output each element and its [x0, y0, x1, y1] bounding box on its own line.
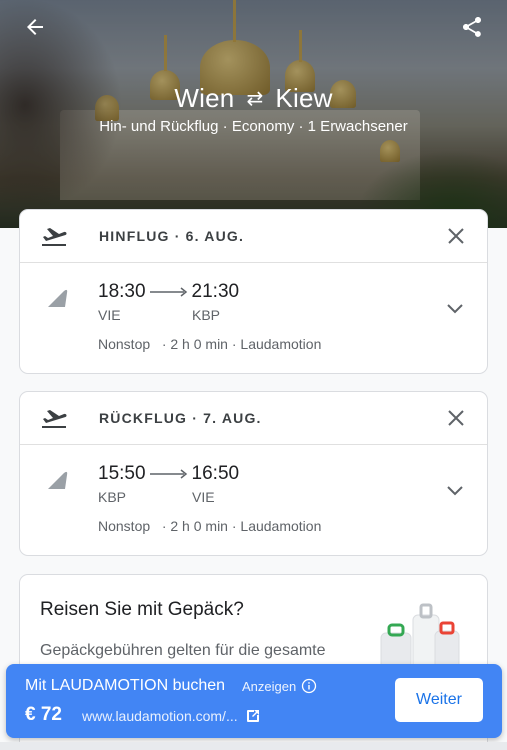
expand-return-button[interactable]: [443, 479, 467, 503]
swap-arrows-icon: ⇄: [246, 88, 264, 110]
arrow-right-icon: [149, 287, 187, 297]
destination-city: Kiew: [275, 83, 333, 113]
outbound-title: HINFLUG · 6. AUG.: [99, 228, 245, 244]
return-flight-details[interactable]: 15:50 16:50 KBP VIE Nonstop · 2 h 0 min …: [20, 445, 487, 555]
airline-tail-icon: [48, 471, 68, 489]
hero-header: Wien ⇄ Kiew Hin- und Rückflug · Economy · …: [0, 0, 507, 228]
share-icon: [463, 17, 481, 37]
takeoff-icon: [42, 228, 67, 246]
outbound-flight-details[interactable]: 18:30 21:30 VIE KBP Nonstop · 2 h 0 min …: [20, 263, 487, 373]
depart-airport-code: VIE: [98, 307, 121, 323]
open-external-icon: [246, 710, 259, 722]
baggage-title: Reisen Sie mit Gepäck?: [40, 599, 244, 620]
arrow-right-icon: [149, 469, 187, 479]
url-text: www.laudamotion.com/...: [82, 708, 238, 724]
price: € 72: [25, 704, 62, 725]
arrow-back-icon: [27, 19, 43, 35]
return-card-header: RÜCKFLUG · 7. AUG.: [20, 392, 487, 445]
outbound-meta: Nonstop · 2 h 0 min · Laudamotion: [98, 336, 321, 352]
origin-city: Wien: [174, 83, 235, 113]
booking-url[interactable]: www.laudamotion.com/...: [82, 708, 260, 724]
return-flight-card: RÜCKFLUG · 7. AUG. 15:50 16:50 KBP VIE N…: [19, 391, 488, 556]
depart-time: 18:30: [98, 281, 146, 302]
depart-time: 15:50: [98, 463, 146, 484]
trip-summary: Hin- und Rückflug · Economy · 1 Erwachse…: [99, 118, 408, 135]
arrive-airport-code: VIE: [192, 489, 215, 505]
return-meta: Nonstop · 2 h 0 min · Laudamotion: [98, 518, 321, 534]
booking-title: Mit LAUDAMOTION buchen: [25, 677, 226, 694]
chevron-down-icon: [447, 304, 463, 314]
stops-label: Nonstop: [98, 518, 151, 534]
stops-label: Nonstop: [98, 336, 151, 352]
route-title: Wien ⇄ Kiew: [0, 83, 507, 114]
outbound-times: 18:30 21:30: [98, 281, 239, 303]
arrive-airport-code: KBP: [192, 307, 221, 323]
depart-airport-code: KBP: [98, 489, 127, 505]
expand-outbound-button[interactable]: [443, 297, 467, 321]
back-button[interactable]: [18, 10, 52, 44]
booking-bar[interactable]: Mit LAUDAMOTION buchen Anzeigen € 72 www…: [6, 664, 502, 738]
baggage-text: Gepäckgebühren gelten für die gesamte: [40, 642, 326, 659]
takeoff-icon: [42, 410, 67, 428]
outbound-card-header: HINFLUG · 6. AUG.: [20, 210, 487, 263]
ads-label[interactable]: Anzeigen: [242, 678, 317, 694]
continue-button[interactable]: Weiter: [395, 678, 483, 722]
share-button[interactable]: [455, 10, 489, 44]
airline-label: · Laudamotion: [231, 518, 322, 534]
close-icon: [448, 410, 464, 426]
return-times: 15:50 16:50: [98, 463, 239, 485]
chevron-down-icon: [447, 486, 463, 496]
ads-text: Anzeigen: [242, 678, 297, 694]
outbound-flight-card: HINFLUG · 6. AUG. 18:30 21:30 VIE KBP No…: [19, 209, 488, 374]
info-icon: [302, 678, 317, 694]
bottom-strip: [0, 742, 507, 750]
arrive-time: 21:30: [191, 281, 240, 302]
airline-label: · Laudamotion: [231, 336, 322, 352]
close-outbound-button[interactable]: [443, 223, 469, 249]
close-return-button[interactable]: [443, 405, 469, 431]
return-title: RÜCKFLUG · 7. AUG.: [99, 410, 262, 426]
close-icon: [448, 228, 464, 244]
airline-tail-icon: [48, 289, 68, 307]
duration-label: · 2 h 0 min: [161, 336, 228, 352]
hero-overlay: [0, 0, 507, 228]
duration-label: · 2 h 0 min: [161, 518, 228, 534]
arrive-time: 16:50: [191, 463, 240, 484]
